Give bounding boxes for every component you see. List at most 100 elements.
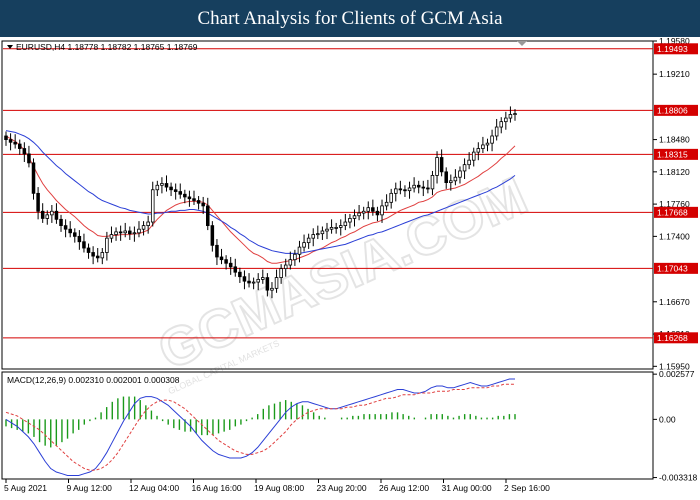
candle-body: [22, 148, 27, 155]
candle-body: [329, 227, 334, 230]
candle-body: [233, 266, 238, 273]
candle-body: [261, 277, 265, 280]
candle-body: [444, 171, 448, 183]
candle-body: [183, 193, 187, 198]
candle-body: [13, 141, 17, 145]
candle-body: [352, 215, 357, 219]
time-axis: 5 Aug 2021 9 Aug 12:00 12 Aug 04:00 16 Aug …: [4, 479, 550, 493]
time-tick-label: 26 Aug 12:00: [379, 483, 429, 493]
candle-body: [95, 255, 100, 259]
candle-body: [36, 192, 40, 212]
candle-body: [146, 221, 150, 227]
candle-body: [426, 187, 430, 190]
candle-body: [178, 191, 183, 195]
candle-body: [27, 153, 31, 164]
candle-body: [449, 180, 453, 183]
candle-body: [375, 210, 380, 216]
candle-body: [251, 281, 256, 284]
candle-body: [242, 276, 247, 282]
candle-body: [462, 164, 467, 172]
candle-body: [297, 246, 302, 255]
candle-body: [403, 189, 407, 192]
candle-body: [430, 175, 435, 190]
candle-body: [4, 135, 8, 140]
candle-body: [91, 252, 95, 257]
price-pane-frame: [1, 40, 654, 370]
level-label: 1.17043: [657, 263, 688, 273]
candle-body: [40, 210, 45, 219]
candle-body: [150, 189, 155, 223]
candle-body: [283, 264, 288, 270]
price-tick-label: 1.18120: [659, 167, 690, 177]
candle-body: [128, 230, 132, 235]
candle-body: [164, 183, 169, 188]
candle-body: [357, 212, 361, 217]
candle-body: [371, 207, 375, 212]
macd-axis: 0.002577 0.00 -0.003318: [653, 369, 698, 483]
time-tick-label: 19 Aug 08:00: [254, 483, 304, 493]
candle-body: [343, 221, 348, 227]
candle-body: [196, 200, 201, 204]
time-tick-label: 31 Aug 00:00: [442, 483, 492, 493]
candle-body: [513, 113, 517, 115]
candle-body: [270, 287, 274, 291]
candle-body: [325, 228, 329, 232]
candle-body: [348, 218, 352, 223]
macd-tick-label: 0.00: [659, 414, 676, 424]
candle-body: [109, 234, 114, 239]
candle-body: [316, 233, 320, 236]
candle-body: [412, 184, 416, 189]
candle-body: [306, 237, 311, 244]
candle-body: [384, 201, 389, 207]
macd-readout: MACD(12,26,9) 0.002310 0.002001 0.000308: [7, 375, 180, 385]
candle-body: [86, 247, 91, 253]
candle-body: [265, 277, 270, 291]
candle-body: [206, 205, 210, 227]
candle-body: [293, 253, 297, 261]
candle-body: [274, 277, 279, 289]
candle-body: [77, 235, 82, 243]
candle-body: [320, 230, 325, 235]
macd-tick-label: 0.002577: [659, 369, 695, 379]
candle-body: [490, 135, 494, 144]
level-label: 1.17668: [657, 207, 688, 217]
candle-body: [100, 252, 105, 259]
candle-body: [394, 188, 398, 194]
candle-body: [338, 225, 343, 228]
candle-body: [201, 202, 205, 207]
candle-body: [118, 231, 123, 234]
candle-body: [187, 196, 192, 200]
candle-body: [435, 157, 439, 176]
candle-body: [476, 148, 481, 153]
candle-body: [68, 228, 72, 234]
candle-body: [50, 210, 54, 216]
macd-tick-label: -0.003318: [659, 473, 698, 483]
candle-body: [416, 184, 421, 188]
candle-body: [504, 117, 508, 123]
candle-body: [238, 271, 242, 278]
candle-body: [31, 162, 36, 194]
candle-body: [63, 225, 68, 230]
candle-body: [169, 186, 173, 191]
candle-body: [173, 189, 178, 192]
candle-body: [215, 244, 219, 258]
macd-main-line: [5, 378, 515, 476]
candle-body: [160, 183, 164, 186]
price-axis: 1.195801.192101.184801.181201.177601.174…: [653, 36, 690, 371]
candle-body: [105, 237, 109, 253]
candle-body: [141, 225, 146, 230]
candle-body: [421, 186, 426, 189]
candle-body: [481, 144, 485, 149]
scroll-marker-icon[interactable]: [517, 41, 527, 46]
candle-body: [192, 198, 196, 201]
time-tick-label: 16 Aug 16:00: [192, 483, 242, 493]
candle-body: [210, 225, 215, 246]
candle-body: [334, 227, 338, 229]
candle-body: [494, 126, 499, 137]
candle-body: [155, 184, 160, 191]
candle-body: [73, 232, 77, 237]
level-label: 1.16268: [657, 333, 688, 343]
candle-body: [137, 228, 141, 234]
level-label: 1.19493: [657, 44, 688, 54]
candle-body: [247, 280, 251, 284]
